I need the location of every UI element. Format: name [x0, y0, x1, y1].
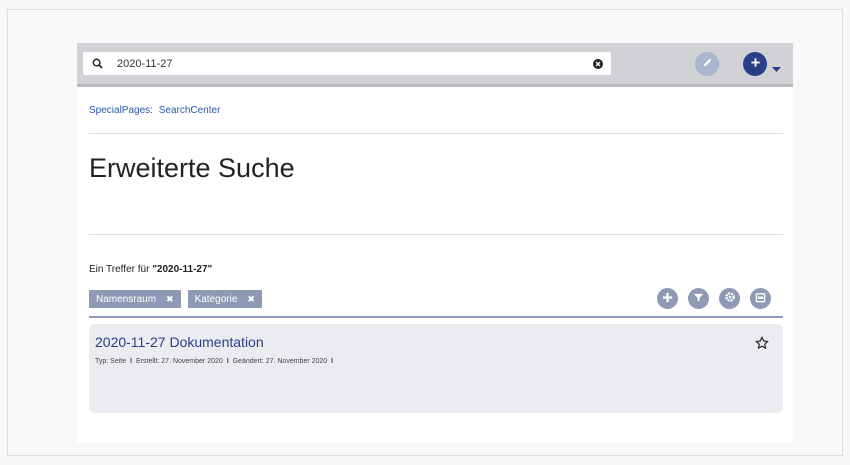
edit-button[interactable]: [695, 52, 719, 76]
result-modified: Geändert: 27. November 2020: [232, 358, 328, 365]
settings-button[interactable]: [719, 288, 740, 309]
search-icon: [83, 58, 111, 69]
add-filter-button[interactable]: [657, 288, 678, 309]
filter-icon: [693, 290, 704, 308]
filter-chip-namensraum[interactable]: Namensraum ✖: [89, 290, 181, 308]
page-title: Erweiterte Suche: [89, 153, 295, 183]
chevron-down-icon[interactable]: [772, 60, 781, 78]
result-title-link[interactable]: 2020-11-27 Dokumentation: [95, 334, 264, 350]
export-icon: [755, 290, 766, 308]
clear-search-icon[interactable]: [585, 58, 611, 69]
export-button[interactable]: [750, 288, 771, 309]
pencil-icon: [702, 55, 713, 73]
result-meta: Typ: Seite I Erstellt: 27. November 2020…: [95, 358, 335, 365]
filter-chips: Namensraum ✖ Kategorie ✖: [89, 290, 262, 308]
filter-chip-kategorie[interactable]: Kategorie ✖: [187, 290, 262, 308]
add-button[interactable]: [743, 52, 767, 76]
divider: [89, 133, 783, 134]
top-bar: [77, 43, 793, 87]
plus-icon: [750, 55, 761, 73]
search-box[interactable]: [83, 52, 611, 75]
result-count: Ein Treffer für "2020-11-27": [89, 264, 212, 275]
breadcrumb-link-searchcenter[interactable]: SearchCenter: [159, 105, 221, 116]
filter-chip-label: Kategorie: [194, 293, 238, 305]
plus-icon: [662, 290, 673, 308]
result-item: 2020-11-27 Dokumentation Typ: Seite I Er…: [89, 324, 783, 413]
meta-separator: I: [226, 358, 229, 365]
star-icon[interactable]: [755, 336, 769, 355]
result-tools: [657, 288, 771, 309]
results-divider: [89, 316, 783, 318]
remove-filter-icon[interactable]: ✖: [166, 294, 174, 305]
breadcrumb: SpecialPages: SearchCenter: [89, 105, 223, 116]
meta-separator: I: [130, 358, 133, 365]
result-type: Typ: Seite: [95, 358, 127, 365]
result-count-query: "2020-11-27": [152, 264, 213, 275]
remove-filter-icon[interactable]: ✖: [247, 294, 255, 305]
result-count-prefix: Ein Treffer für: [89, 264, 150, 275]
filter-button[interactable]: [688, 288, 709, 309]
result-created: Erstellt: 27. November 2020: [136, 358, 223, 365]
filter-chip-label: Namensraum: [96, 293, 157, 305]
breadcrumb-link-specialpages[interactable]: SpecialPages:: [89, 105, 153, 116]
meta-separator: I: [331, 358, 334, 365]
gear-icon: [724, 290, 736, 308]
search-input[interactable]: [111, 57, 585, 70]
divider: [89, 234, 783, 235]
main-panel: SpecialPages: SearchCenter Erweiterte Su…: [77, 43, 793, 443]
